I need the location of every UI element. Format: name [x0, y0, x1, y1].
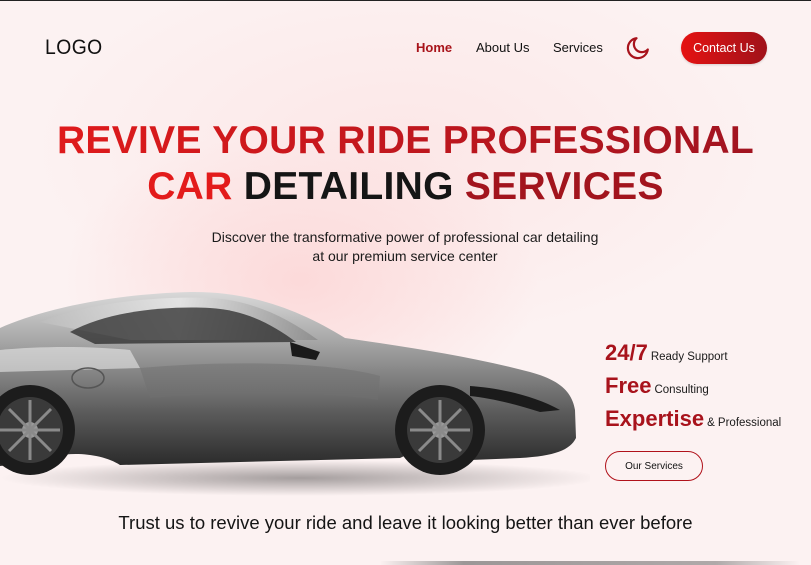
stat-small: Consulting: [654, 384, 709, 396]
stat-big: Free: [605, 373, 652, 398]
stat-expertise: Expertise & Professional: [605, 406, 781, 432]
top-border: [0, 0, 811, 1]
stat-consulting: Free Consulting: [605, 373, 709, 399]
headline-word-services: SERVICES: [464, 165, 664, 208]
landing-page: LOGO Home About Us Services Contact Us R…: [0, 0, 811, 565]
headline-word-detailing: DETAILING: [243, 165, 454, 208]
stat-big: Expertise: [605, 406, 705, 431]
headline-line-1: REVIVE YOUR RIDE PROFESSIONAL: [0, 118, 811, 164]
stat-small: & Professional: [707, 417, 782, 429]
moon-icon[interactable]: [626, 36, 650, 60]
nav-services-link[interactable]: Services: [553, 40, 603, 55]
headline-word-car: CAR: [147, 165, 233, 208]
contact-us-button[interactable]: Contact Us: [681, 32, 767, 64]
hero-headline: REVIVE YOUR RIDE PROFESSIONAL CAR DETAIL…: [0, 118, 811, 210]
hero-subtitle: Discover the transformative power of pro…: [211, 229, 599, 264]
car-image: [0, 291, 590, 496]
headline-line-2: CAR DETAILING SERVICES: [0, 164, 811, 210]
stat-small: Ready Support: [650, 351, 728, 363]
nav-about-link[interactable]: About Us: [476, 40, 529, 55]
bottom-image-edge: [380, 561, 800, 565]
our-services-button[interactable]: Our Services: [605, 451, 703, 481]
stat-big: 24/7: [605, 340, 648, 365]
nav-home-link[interactable]: Home: [416, 40, 452, 55]
tagline: Trust us to revive your ride and leave i…: [118, 512, 693, 533]
stat-support: 24/7 Ready Support: [605, 340, 728, 366]
